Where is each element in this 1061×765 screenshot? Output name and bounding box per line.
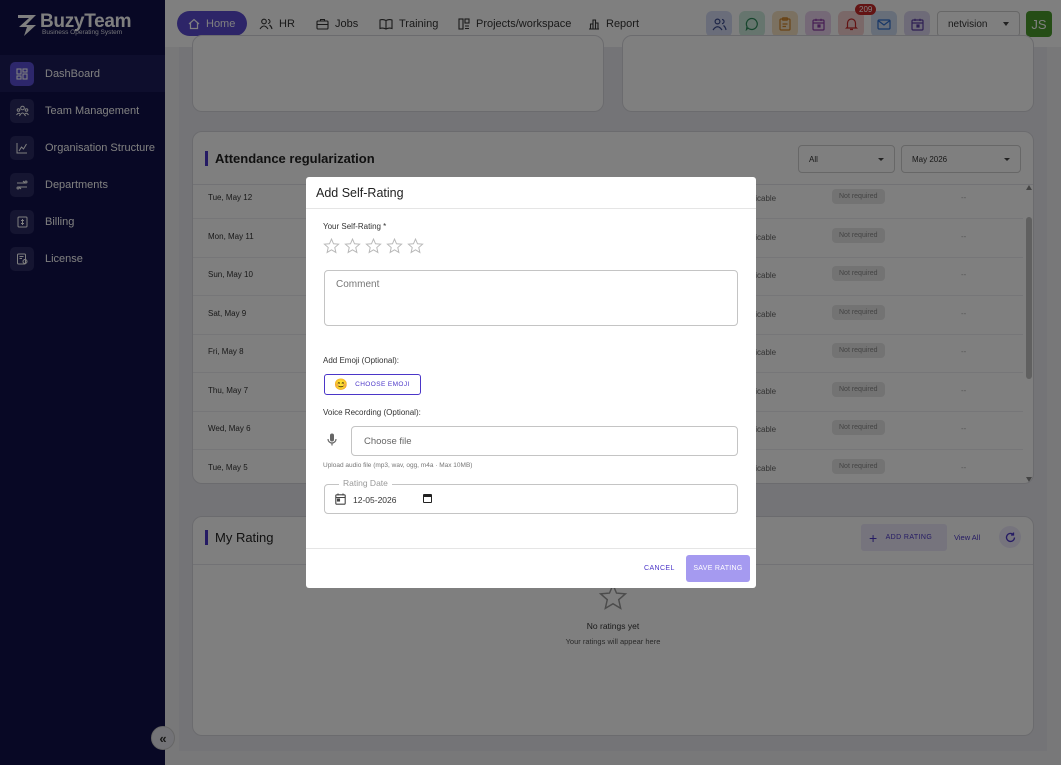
comment-field[interactable]: Comment xyxy=(324,270,738,326)
upload-hint: Upload audio file (mp3, wav, ogg, m4a · … xyxy=(323,462,473,469)
rating-star-2-icon[interactable] xyxy=(344,238,361,254)
emoji-label: Add Emoji (Optional): xyxy=(323,356,400,365)
rating-star-4-icon[interactable] xyxy=(386,238,403,254)
comment-placeholder: Comment xyxy=(336,279,380,290)
microphone-icon[interactable] xyxy=(327,433,337,446)
rating-date-value: 12-05-2026 xyxy=(353,495,397,505)
cancel-button[interactable]: CANCEL xyxy=(644,565,675,572)
self-rating-label: Your Self-Rating * xyxy=(323,222,387,231)
rating-date-label: Rating Date xyxy=(339,478,392,488)
rating-star-3-icon[interactable] xyxy=(365,238,382,254)
date-picker-icon[interactable] xyxy=(423,494,432,503)
dialog-title: Add Self-Rating xyxy=(316,186,404,200)
audio-file-input[interactable]: Choose file xyxy=(351,426,738,456)
smiley-icon: 😊 xyxy=(334,379,349,391)
rating-star-1-icon[interactable] xyxy=(323,238,340,254)
add-self-rating-dialog: Add Self-Rating Your Self-Rating * Comme… xyxy=(306,177,756,588)
calendar-icon xyxy=(335,493,346,505)
choose-emoji-label: CHOOSE EMOJI xyxy=(355,381,410,388)
choose-emoji-button[interactable]: 😊 CHOOSE EMOJI xyxy=(324,374,421,395)
self-rating-stars xyxy=(323,238,424,254)
dialog-footer-divider xyxy=(306,548,756,549)
rating-star-5-icon[interactable] xyxy=(407,238,424,254)
file-placeholder: Choose file xyxy=(364,435,412,447)
dialog-header-divider xyxy=(306,208,756,209)
save-rating-button[interactable]: SAVE RATING xyxy=(686,555,750,582)
voice-label: Voice Recording (Optional): xyxy=(323,408,421,417)
rating-date-field[interactable]: Rating Date 12-05-2026 xyxy=(324,478,738,514)
